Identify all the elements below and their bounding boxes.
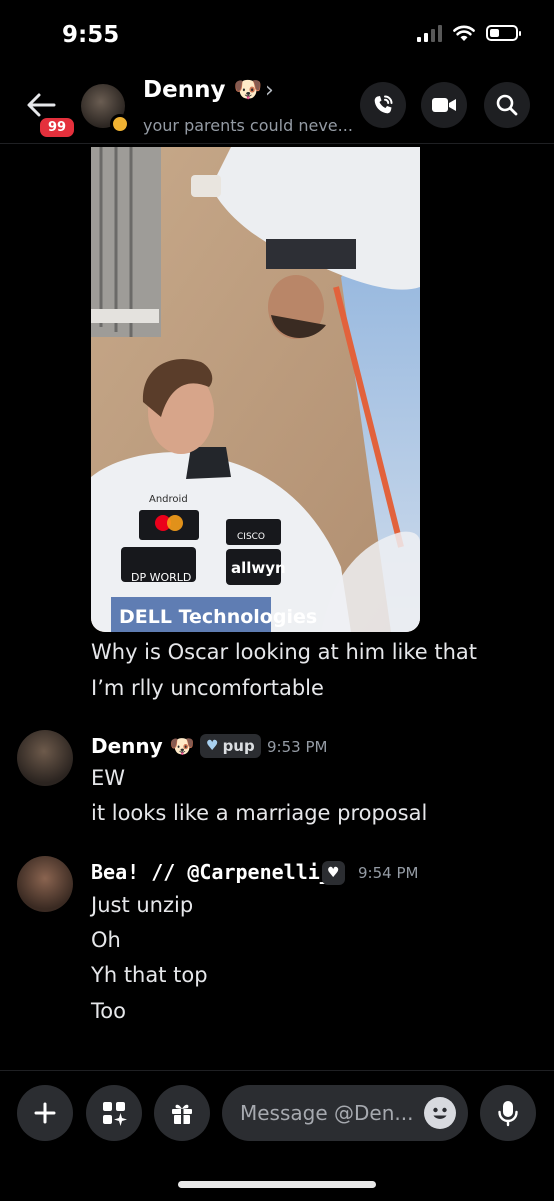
chevron-right-icon[interactable]: › — [265, 78, 274, 103]
role-tag[interactable]: ♥ — [322, 861, 345, 885]
microphone-icon — [498, 1101, 518, 1127]
call-icon — [374, 95, 393, 114]
clock: 9:55 — [62, 22, 120, 48]
message-line: Too — [91, 999, 126, 1023]
timestamp: 9:54 PM — [358, 864, 419, 882]
message-line: Just unzip — [91, 893, 194, 917]
search-button[interactable] — [484, 82, 530, 128]
puppy-emoji: 🐶 — [233, 77, 263, 103]
avatar[interactable] — [17, 730, 73, 786]
add-attachment-button[interactable] — [17, 1085, 73, 1141]
role-tag-label: pup — [222, 737, 255, 755]
message-line: Yh that top — [91, 963, 208, 987]
message-input[interactable]: Message @Den... — [222, 1085, 468, 1141]
apps-button[interactable] — [86, 1085, 142, 1141]
message-line: EW — [91, 766, 126, 790]
heart-icon: ♥ — [327, 865, 340, 881]
avatar[interactable] — [17, 856, 73, 912]
call-button[interactable] — [360, 82, 406, 128]
status-bar: 9:55 — [0, 0, 554, 70]
photo-sponsor-cisco: CISCO — [237, 532, 265, 542]
unread-badge: 99 — [37, 115, 78, 140]
search-icon — [496, 94, 518, 116]
gift-button[interactable] — [154, 1085, 210, 1141]
battery-icon — [486, 25, 521, 41]
home-indicator — [178, 1181, 376, 1188]
cellular-signal-icon — [417, 24, 442, 42]
heart-icon: ♥ — [206, 738, 219, 754]
message-line: I’m rlly uncomfortable — [91, 676, 324, 700]
image-attachment[interactable]: DP WORLD allwyn CISCO Android DELL Techn… — [91, 147, 420, 632]
author-name[interactable]: Bea! // @Carpenelli_ — [91, 860, 332, 884]
dm-header: 99 Denny 🐶 › your parents could neve... — [0, 72, 554, 144]
puppy-emoji: 🐶 — [169, 734, 195, 758]
wifi-icon — [453, 25, 475, 41]
emoji-face-glyph — [433, 1107, 447, 1119]
message-input-placeholder: Message @Den... — [240, 1101, 414, 1125]
apps-icon — [103, 1102, 127, 1126]
role-tag[interactable]: ♥ pup — [200, 734, 261, 758]
message-line: Why is Oscar looking at him like that — [91, 640, 478, 664]
voice-message-button[interactable] — [480, 1085, 536, 1141]
video-icon — [432, 98, 456, 112]
plus-icon — [34, 1102, 56, 1124]
idle-status-icon — [110, 114, 130, 134]
recipient-name[interactable]: Denny 🐶 — [143, 76, 262, 103]
photo-sponsor-dell: DELL Technologies — [119, 606, 317, 628]
timestamp: 9:53 PM — [267, 738, 328, 756]
author-name[interactable]: Denny 🐶 — [91, 734, 195, 758]
recipient-name-text: Denny — [143, 77, 226, 103]
video-call-button[interactable] — [421, 82, 467, 128]
photo-sponsor-android: Android — [149, 494, 188, 505]
message-line: Oh — [91, 928, 121, 952]
message-line: it looks like a marriage proposal — [91, 801, 428, 825]
custom-status: your parents could neve... — [143, 116, 353, 135]
gift-icon — [172, 1104, 192, 1124]
status-icons — [417, 24, 521, 42]
emoji-icon[interactable] — [424, 1097, 456, 1129]
photo-illustration: DP WORLD allwyn CISCO Android DELL Techn… — [91, 147, 420, 632]
photo-sponsor-dpworld: DP WORLD — [131, 571, 191, 584]
header-divider — [0, 143, 554, 144]
author-name-text: Denny — [91, 734, 163, 758]
photo-sponsor-allwyn: allwyn — [231, 559, 286, 577]
